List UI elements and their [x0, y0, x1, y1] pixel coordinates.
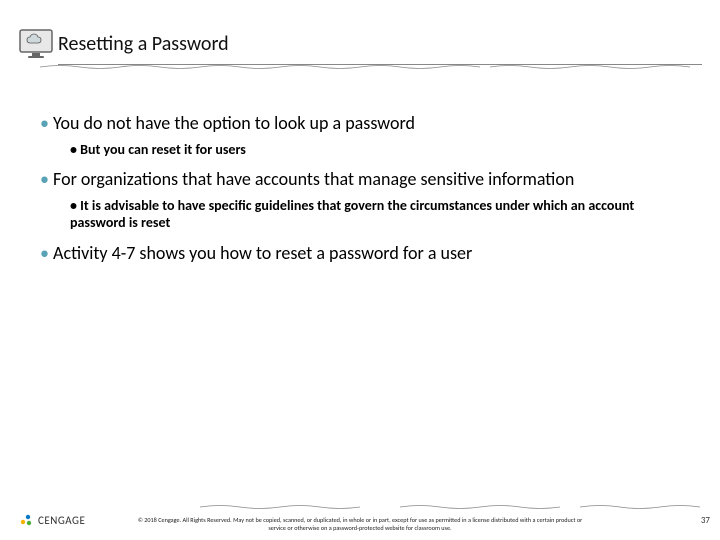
bullet-level-2: It is advisable to have specific guideli…: [70, 197, 690, 232]
slide-title: Resetting a Password: [58, 32, 229, 56]
bullet-text: For organizations that have accounts tha…: [53, 168, 574, 190]
bullet-text: Activity 4-7 shows you how to reset a pa…: [53, 242, 472, 264]
content-area: You do not have the option to look up a …: [40, 112, 690, 270]
decorative-scribble: [400, 504, 560, 510]
bullet-level-1: For organizations that have accounts tha…: [40, 168, 690, 191]
decorative-scribble: [200, 504, 360, 510]
bullet-text: But you can reset it for users: [80, 141, 246, 158]
decorative-scribble: [490, 64, 700, 70]
bullet-level-1: You do not have the option to look up a …: [40, 112, 690, 135]
bullet-text: It is advisable to have specific guideli…: [70, 197, 634, 232]
bullet-level-2: But you can reset it for users: [70, 141, 690, 159]
slide-header: Resetting a Password: [18, 18, 702, 70]
decorative-scribble: [580, 504, 700, 510]
decorative-scribble: [40, 64, 480, 70]
bullet-level-1: Activity 4-7 shows you how to reset a pa…: [40, 242, 690, 265]
cloud-monitor-icon: [18, 26, 54, 62]
copyright-text: © 2018 Cengage. All Rights Reserved. May…: [0, 517, 720, 532]
page-number: 37: [701, 515, 710, 526]
slide: Resetting a Password You do not have the…: [0, 0, 720, 540]
bullet-text: You do not have the option to look up a …: [53, 112, 415, 134]
